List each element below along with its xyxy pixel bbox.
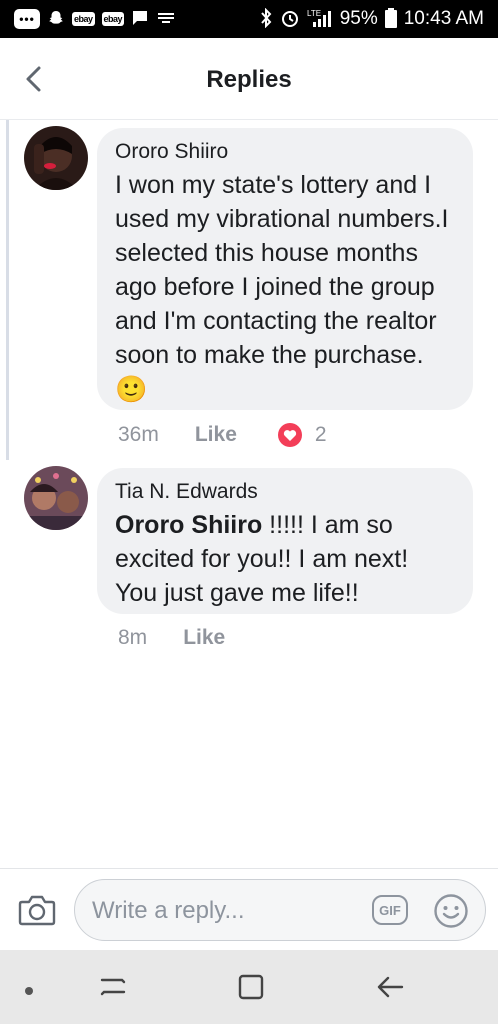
comment-body: I won my state's lottery and I used my v…	[115, 171, 449, 369]
cast-icon	[156, 10, 176, 29]
comment-author[interactable]: Tia N. Edwards	[115, 480, 455, 504]
chat-dots-icon: •••	[14, 9, 40, 29]
avatar[interactable]	[24, 466, 88, 530]
system-nav-bar	[0, 950, 498, 1024]
gif-button[interactable]: GIF	[372, 895, 408, 925]
camera-button[interactable]	[18, 893, 56, 932]
mention-link[interactable]: Ororo Shiiro	[115, 511, 262, 539]
thread-line	[6, 120, 9, 460]
reaction-summary[interactable]: 2	[277, 422, 327, 448]
network-label: LTE	[307, 9, 321, 18]
reaction-count: 2	[314, 423, 327, 446]
header: Replies	[0, 38, 498, 120]
like-button[interactable]: Like	[183, 626, 225, 650]
battery-icon	[384, 7, 397, 31]
comment-time[interactable]: 36m	[118, 423, 159, 447]
snapchat-icon	[47, 9, 65, 30]
reply-placeholder: Write a reply...	[92, 897, 245, 924]
home-icon	[238, 974, 264, 1000]
reply-composer: Write a reply... GIF	[0, 868, 498, 950]
clock: 10:43 AM	[403, 8, 484, 29]
page-title: Replies	[206, 66, 292, 93]
comment-meta: 36m Like 2	[118, 422, 327, 448]
battery-percent: 95%	[339, 8, 378, 29]
comment-text: I won my state's lottery and I used my v…	[115, 168, 455, 407]
dot-icon	[25, 987, 33, 995]
avatar[interactable]	[24, 126, 88, 190]
signal-icon: LTE	[307, 8, 333, 31]
status-bar-right: LTE 95% 10:43 AM	[259, 7, 484, 31]
recent-apps-icon	[100, 978, 126, 996]
comment-bubble[interactable]: Tia N. Edwards Ororo Shiiro !!!!! I am s…	[97, 468, 473, 614]
ebay-icon: ebay	[72, 12, 95, 26]
comment-text: Ororo Shiiro !!!!! I am so excited for y…	[115, 508, 455, 610]
status-bar: ••• ebay ebay LTE 95% 10:43 AM	[0, 0, 498, 38]
camera-icon	[18, 895, 56, 926]
back-arrow-icon	[377, 976, 404, 998]
dot-button[interactable]	[24, 983, 34, 1001]
profile-photo	[24, 466, 88, 530]
comment-author[interactable]: Ororo Shiiro	[115, 140, 455, 164]
reply-input[interactable]: Write a reply... GIF	[74, 879, 486, 941]
comment-time[interactable]: 8m	[118, 626, 147, 650]
home-button[interactable]	[236, 972, 266, 1007]
alarm-icon	[280, 8, 300, 31]
like-button[interactable]: Like	[195, 423, 237, 447]
status-bar-left: ••• ebay ebay	[14, 9, 176, 30]
profile-photo	[24, 126, 88, 190]
ebay-icon: ebay	[101, 12, 125, 26]
back-nav-button[interactable]	[374, 972, 406, 1007]
love-reaction-icon	[277, 423, 302, 447]
bluetooth-icon	[259, 7, 273, 31]
message-icon	[131, 9, 149, 30]
smiley-emoji-icon: 🙂	[115, 374, 148, 404]
emoji-button[interactable]	[433, 893, 469, 934]
comment-meta: 8m Like	[118, 626, 225, 650]
recent-apps-button[interactable]	[98, 972, 128, 1007]
comment-bubble[interactable]: Ororo Shiiro I won my state's lottery an…	[97, 128, 473, 410]
smiley-icon	[434, 894, 468, 928]
